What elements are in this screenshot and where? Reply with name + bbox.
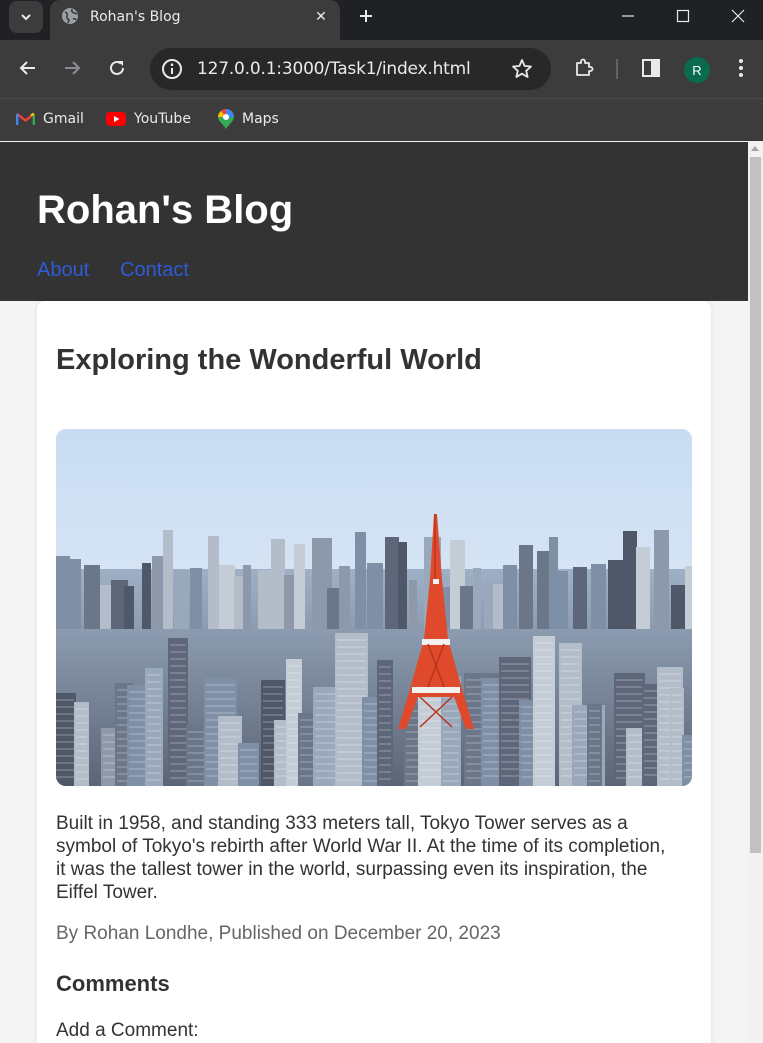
youtube-icon bbox=[106, 112, 126, 126]
bookmark-maps[interactable]: Maps bbox=[218, 108, 279, 130]
close-window-button[interactable] bbox=[713, 0, 763, 32]
more-vertical-icon bbox=[739, 59, 743, 77]
minimize-button[interactable] bbox=[603, 0, 653, 32]
add-comment-label: Add a Comment: bbox=[56, 1020, 199, 1041]
tokyo-skyline-image bbox=[56, 429, 692, 786]
extensions-button[interactable] bbox=[572, 56, 596, 80]
arrow-left-icon bbox=[19, 61, 35, 75]
puzzle-icon bbox=[576, 58, 594, 76]
nav-link-about[interactable]: About bbox=[37, 259, 89, 282]
reload-button[interactable] bbox=[105, 56, 129, 80]
chevron-down-icon bbox=[21, 14, 31, 21]
bookmark-gmail[interactable]: Gmail bbox=[16, 108, 84, 130]
maps-icon bbox=[218, 109, 234, 129]
url-text[interactable]: 127.0.0.1:3000/Task1/index.html bbox=[197, 59, 471, 79]
browser-tabstrip: Rohan's Blog ✕ bbox=[0, 0, 763, 40]
tab-close-icon[interactable]: ✕ bbox=[312, 7, 330, 25]
maximize-icon bbox=[676, 9, 690, 23]
site-header: Rohan's Blog About Contact bbox=[0, 142, 748, 301]
maximize-button[interactable] bbox=[658, 0, 708, 32]
browser-menu-button[interactable] bbox=[729, 56, 753, 80]
blog-post-card: Exploring the Wonderful World Built in 1… bbox=[37, 301, 711, 1043]
bookmark-youtube[interactable]: YouTube bbox=[106, 108, 191, 130]
minimize-icon bbox=[622, 15, 634, 17]
scroll-up-arrow-icon[interactable] bbox=[751, 146, 759, 151]
post-body: Built in 1958, and standing 333 meters t… bbox=[56, 813, 666, 903]
back-button[interactable] bbox=[16, 56, 40, 80]
toolbar-divider bbox=[616, 59, 618, 79]
scrollbar-thumb[interactable] bbox=[750, 157, 761, 853]
new-tab-button[interactable] bbox=[354, 4, 378, 28]
tab-title: Rohan's Blog bbox=[90, 9, 181, 25]
bookmark-star-icon[interactable] bbox=[510, 57, 534, 81]
page-viewport: Rohan's Blog About Contact Exploring the… bbox=[0, 142, 748, 1043]
bookmark-label: Gmail bbox=[43, 111, 84, 127]
browser-tab-active[interactable]: Rohan's Blog ✕ bbox=[50, 0, 340, 40]
bookmarks-bar: Gmail YouTube Maps bbox=[0, 98, 763, 141]
tab-search-button[interactable] bbox=[9, 1, 43, 33]
gmail-icon bbox=[16, 112, 35, 125]
bookmark-label: Maps bbox=[242, 111, 279, 127]
globe-icon bbox=[62, 8, 78, 24]
post-meta: By Rohan Londhe, Published on December 2… bbox=[56, 923, 501, 944]
nav-link-contact[interactable]: Contact bbox=[120, 259, 189, 282]
site-title: Rohan's Blog bbox=[37, 188, 294, 232]
address-bar[interactable]: 127.0.0.1:3000/Task1/index.html bbox=[150, 48, 551, 90]
arrow-right-icon bbox=[65, 61, 81, 75]
browser-toolbar: 127.0.0.1:3000/Task1/index.html bbox=[0, 40, 763, 98]
plus-icon bbox=[360, 10, 372, 22]
close-icon bbox=[731, 9, 745, 23]
profile-avatar[interactable]: R bbox=[684, 57, 710, 83]
comments-heading: Comments bbox=[56, 971, 170, 996]
reload-icon bbox=[110, 60, 124, 75]
page-scrollbar[interactable] bbox=[748, 142, 763, 1043]
post-image bbox=[56, 429, 692, 786]
forward-button[interactable] bbox=[60, 56, 84, 80]
side-panel-button[interactable] bbox=[639, 56, 663, 80]
site-info-icon[interactable] bbox=[161, 58, 183, 80]
post-title: Exploring the Wonderful World bbox=[56, 344, 482, 376]
bookmark-label: YouTube bbox=[134, 111, 191, 127]
side-panel-icon bbox=[642, 59, 660, 77]
